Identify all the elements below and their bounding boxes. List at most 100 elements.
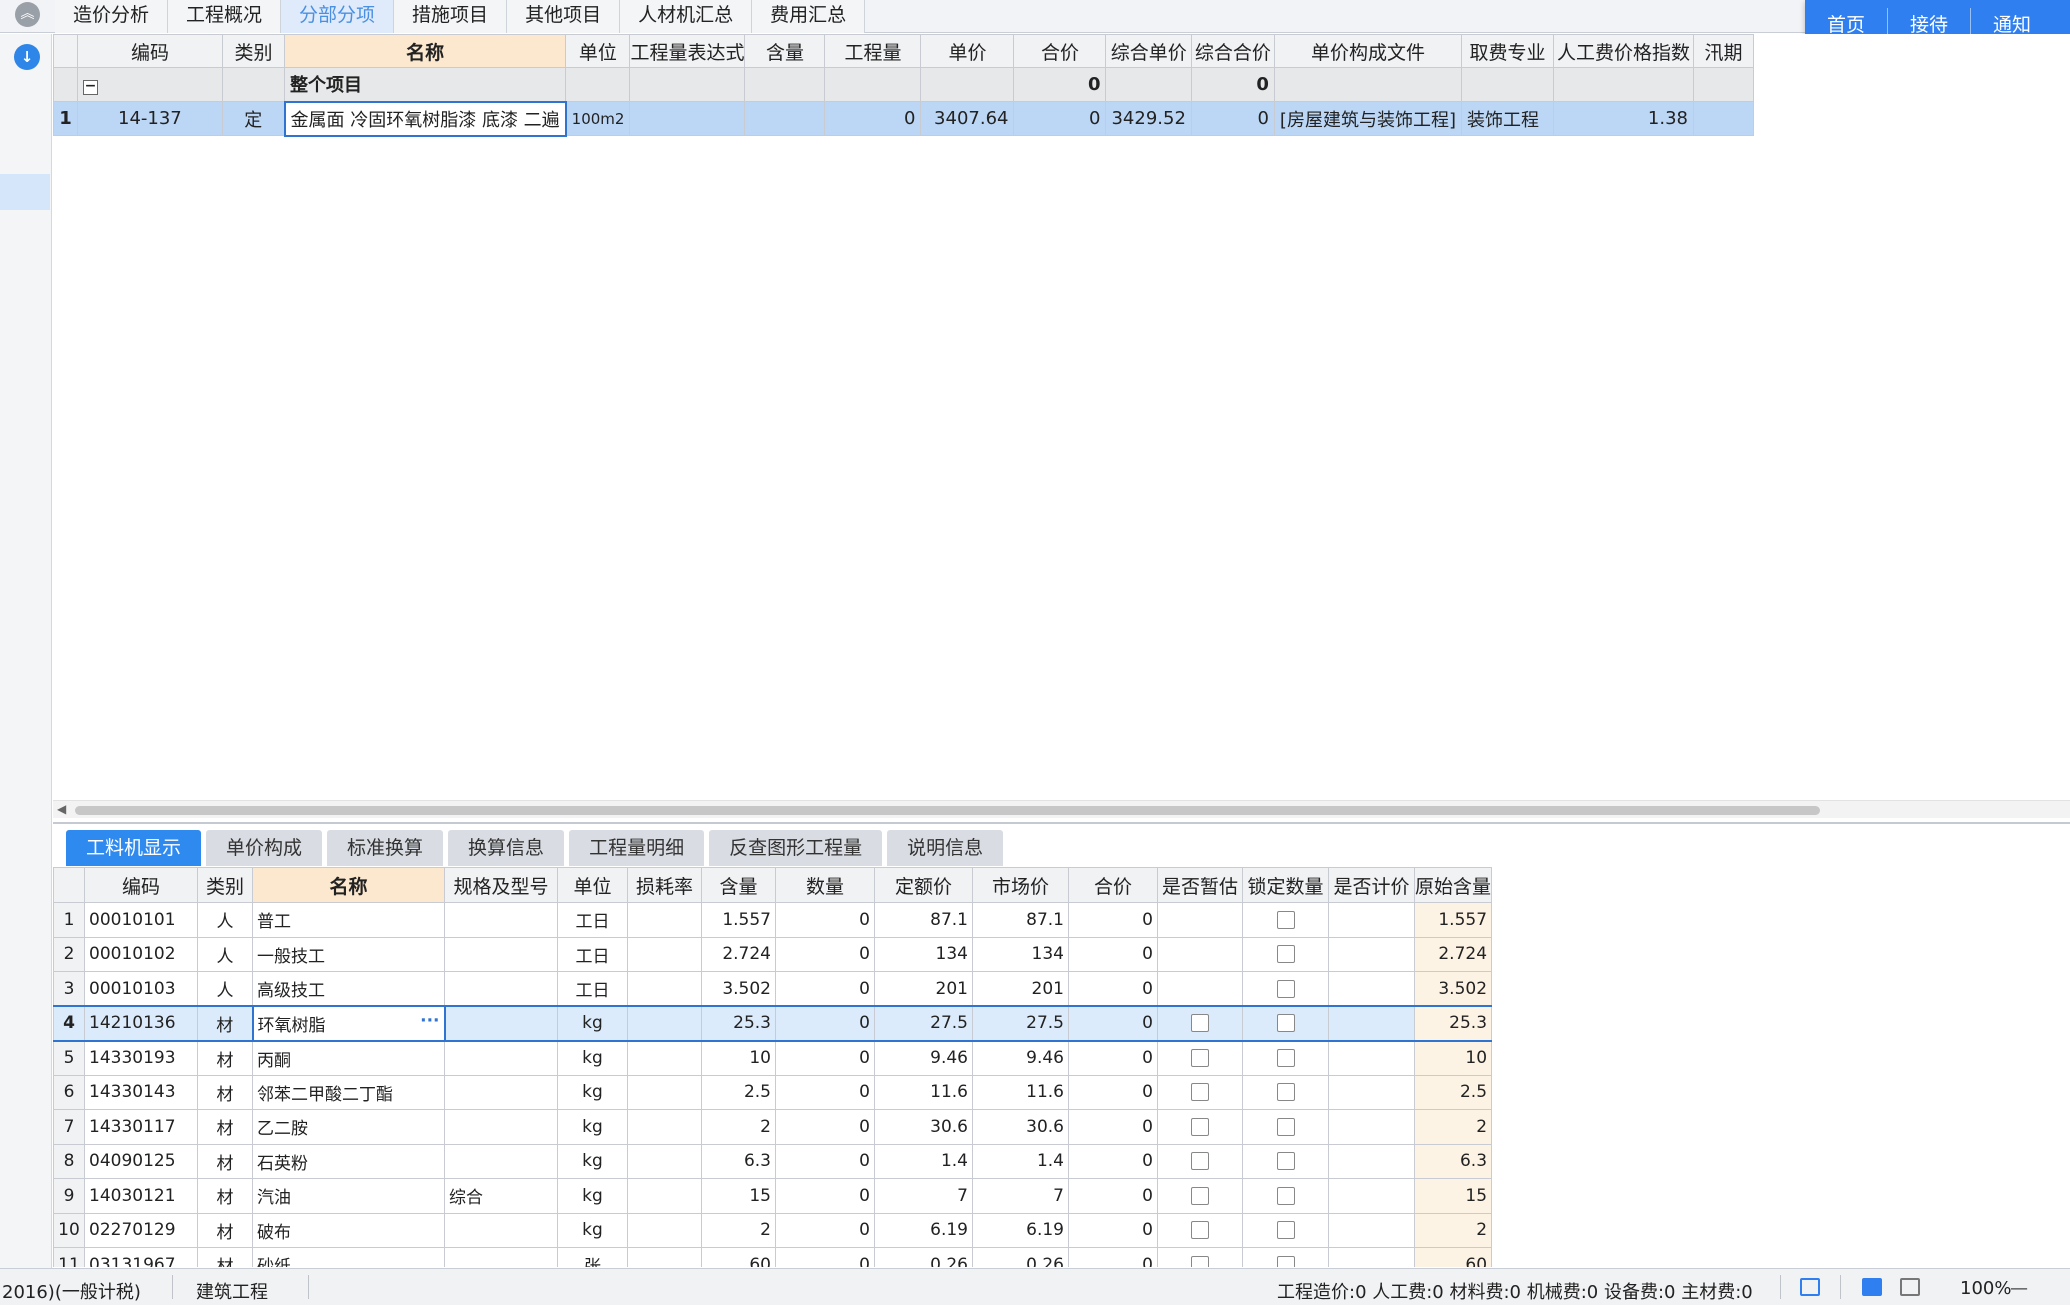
res-spec[interactable] [444, 1212, 558, 1248]
res-unit[interactable]: kg [557, 1178, 628, 1214]
res-total[interactable]: 0 [1068, 1109, 1158, 1145]
res-market-price[interactable]: 87.1 [972, 902, 1069, 938]
res-loss[interactable] [627, 1040, 702, 1076]
res-code[interactable]: 14330193 [84, 1040, 198, 1076]
res-priced-cell[interactable] [1328, 1005, 1415, 1042]
res-name[interactable]: 邻苯二甲酸二丁酯 [252, 1074, 445, 1110]
res-estimate-cell[interactable] [1157, 936, 1243, 972]
res-estimate-cell[interactable] [1157, 1040, 1243, 1076]
res-loss[interactable] [627, 1074, 702, 1110]
res-code[interactable]: 00010101 [84, 902, 198, 938]
res-estimate-cell[interactable] [1157, 1178, 1243, 1214]
res-qty[interactable]: 0 [775, 1109, 875, 1145]
res-code[interactable]: 14210136 [84, 1005, 198, 1042]
res-spec[interactable] [444, 971, 558, 1007]
lock-checkbox[interactable] [1276, 1049, 1295, 1067]
item-row[interactable]: 1 14-137 定 金属面 冷固环氧树脂漆 底漆 二遍 100m2 0 340… [53, 100, 1754, 137]
res-spec[interactable] [444, 1247, 558, 1267]
res-name[interactable]: 破布 [252, 1212, 445, 1248]
resource-row[interactable]: 6 14330143 材邻苯二甲酸二丁酯 kg 2.5 0 11.6 11.6 0 2.5 [53, 1074, 1493, 1110]
res-qty[interactable]: 0 [775, 1212, 875, 1248]
res-content[interactable]: 2 [701, 1212, 776, 1248]
lock-checkbox[interactable] [1276, 1152, 1295, 1171]
group-row[interactable]: − 整个项目 0 0 [53, 67, 1754, 102]
bottom-tab-1[interactable]: 工料机显示 [66, 830, 202, 866]
more-options-icon[interactable]: ··· [420, 1011, 439, 1031]
top-tab-7[interactable]: 费用汇总 [752, 0, 866, 33]
item-content[interactable] [744, 101, 826, 136]
res-original-content[interactable]: 2.724 [1413, 936, 1493, 972]
res-original-content[interactable]: 1.557 [1413, 902, 1493, 938]
resource-row[interactable]: 3 00010103 人高级技工 工日 3.502 0 201 201 0 3.502 [53, 971, 1493, 1007]
res-type[interactable]: 材 [197, 1143, 253, 1179]
res-loss[interactable] [627, 1247, 702, 1267]
res-col-header-lock[interactable]: 锁定数量 [1242, 867, 1329, 903]
res-content[interactable]: 10 [701, 1040, 776, 1076]
res-type[interactable]: 材 [197, 1074, 253, 1110]
resource-row[interactable]: 1 00010101 人普工 工日 1.557 0 87.1 87.1 0 1.557 [53, 902, 1493, 938]
res-original-content[interactable]: 6.3 [1413, 1143, 1493, 1179]
resource-row[interactable]: 4 14210136 材环氧树脂 ··· kg 25.3 0 27.5 27.5 0 25.3 [53, 1005, 1493, 1042]
res-priced-cell[interactable] [1328, 902, 1415, 938]
bottom-tab-6[interactable]: 反查图形工程量 [709, 830, 883, 866]
res-total[interactable]: 0 [1068, 971, 1158, 1007]
lock-checkbox[interactable] [1276, 1186, 1295, 1205]
res-quota-price[interactable]: 134 [874, 936, 973, 972]
item-comp-total[interactable]: 0 [1190, 101, 1275, 136]
res-estimate-cell[interactable] [1157, 1109, 1243, 1145]
item-code[interactable]: 14-137 [77, 101, 223, 136]
res-priced-cell[interactable] [1328, 1247, 1415, 1267]
res-unit[interactable]: kg [557, 1109, 628, 1145]
res-col-header-loss[interactable]: 损耗率 [627, 867, 702, 903]
res-qty[interactable]: 0 [775, 936, 875, 972]
res-code[interactable]: 14330143 [84, 1074, 198, 1110]
res-type[interactable]: 材 [197, 1109, 253, 1145]
top-tab-5[interactable]: 其他项目 [507, 0, 621, 33]
res-priced-cell[interactable] [1328, 1040, 1415, 1076]
res-estimate-cell[interactable] [1157, 1143, 1243, 1179]
res-spec[interactable] [444, 1143, 558, 1179]
res-name[interactable]: 普工 [252, 902, 445, 938]
estimate-checkbox[interactable] [1191, 1083, 1209, 1102]
col-header-price[interactable]: 单价 [920, 34, 1015, 68]
res-lock-cell[interactable] [1242, 971, 1329, 1007]
res-loss[interactable] [627, 1143, 702, 1179]
res-unit[interactable]: 张 [557, 1247, 628, 1267]
res-name[interactable]: 乙二胺 [252, 1109, 445, 1145]
col-header-type[interactable]: 类别 [222, 34, 285, 68]
res-name[interactable]: 石英粉 [252, 1143, 445, 1179]
res-spec[interactable] [444, 1005, 558, 1042]
bottom-tab-3[interactable]: 标准换算 [327, 830, 444, 866]
res-spec[interactable] [444, 936, 558, 972]
item-price-file[interactable]: [房屋建筑与装饰工程] [1273, 101, 1462, 136]
res-total[interactable]: 0 [1068, 1005, 1158, 1042]
sidebar-selected-item[interactable] [0, 174, 50, 210]
estimate-checkbox[interactable] [1191, 1152, 1209, 1171]
resource-row[interactable]: 1103131967材砂纸张6000.260.26060 [53, 1247, 1493, 1267]
col-header-unit[interactable]: 单位 [565, 34, 631, 68]
resource-row[interactable]: 5 14330193 材丙酮 kg 10 0 9.46 9.46 0 10 [53, 1040, 1493, 1076]
lock-checkbox[interactable] [1276, 979, 1295, 998]
res-code[interactable]: 14330117 [84, 1109, 198, 1145]
res-total[interactable]: 0 [1068, 1178, 1158, 1214]
res-spec[interactable] [444, 1074, 558, 1110]
bottom-tab-5[interactable]: 工程量明细 [569, 830, 705, 866]
top-tab-4[interactable]: 措施项目 [394, 0, 508, 33]
res-unit[interactable]: kg [557, 1005, 628, 1042]
res-priced-cell[interactable] [1328, 1074, 1415, 1110]
res-market-price[interactable]: 7 [972, 1178, 1069, 1214]
res-market-price[interactable]: 11.6 [972, 1074, 1069, 1110]
lock-checkbox[interactable] [1276, 1255, 1295, 1267]
res-market-price[interactable]: 134 [972, 936, 1069, 972]
lock-checkbox[interactable] [1276, 910, 1295, 929]
top-tab-2[interactable]: 工程概况 [168, 0, 282, 33]
res-estimate-cell[interactable] [1157, 1212, 1243, 1248]
res-lock-cell[interactable] [1242, 1178, 1329, 1214]
layout-columns-icon[interactable] [1900, 1278, 1920, 1296]
res-col-header-content[interactable]: 含量 [701, 867, 776, 903]
resource-row[interactable]: 8 04090125 材石英粉 kg 6.3 0 1.4 1.4 0 6.3 [53, 1143, 1493, 1179]
res-market-price[interactable]: 0.26 [972, 1247, 1069, 1267]
res-unit[interactable]: 工日 [557, 971, 628, 1007]
res-name[interactable]: 高级技工 [252, 971, 445, 1007]
res-market-price[interactable]: 201 [972, 971, 1069, 1007]
